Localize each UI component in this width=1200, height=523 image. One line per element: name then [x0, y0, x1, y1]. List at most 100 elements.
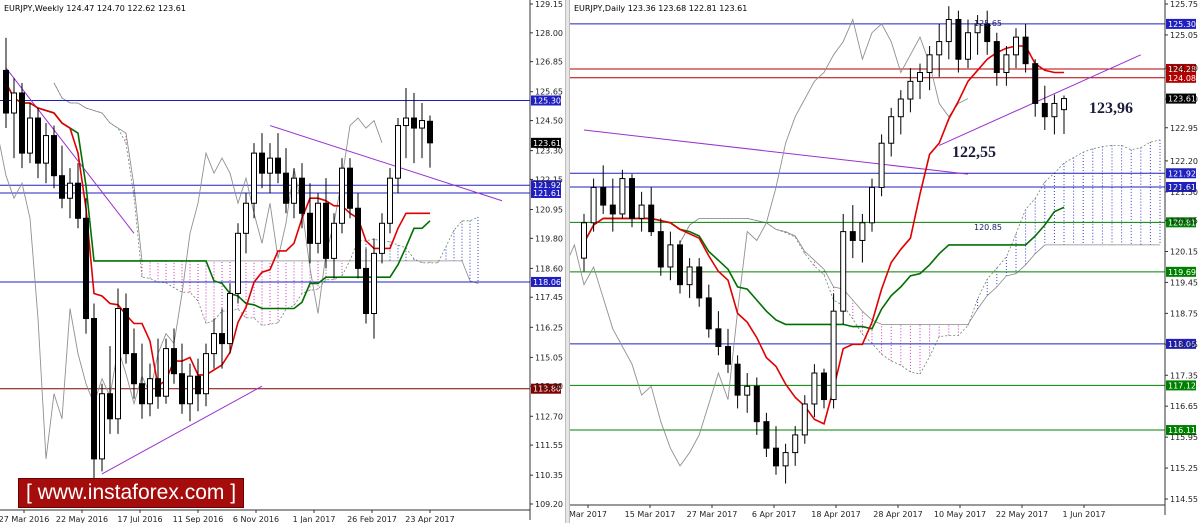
candle-body — [715, 328, 722, 348]
time-tick-label: 18 Apr 2017 — [811, 510, 860, 519]
price-tick-label: 120.15 — [1170, 248, 1198, 257]
candle-body — [339, 167, 345, 224]
candle-body — [590, 186, 597, 224]
price-tick-label: 124.50 — [535, 117, 563, 126]
price-tick-label: 111.55 — [535, 441, 563, 450]
weekly-price-axis: 129.15 128.00 126.85 125.65 124.50 123.30 122.… — [529, 0, 563, 520]
candle-body — [291, 177, 297, 204]
candle-body — [3, 69, 9, 114]
price-tick-label: 113.90 — [535, 382, 563, 391]
time-tick-label: 22 May 2016 — [56, 515, 108, 523]
candle-body — [107, 393, 113, 420]
time-tick-label: 10 May 2017 — [934, 510, 986, 519]
candle-body — [83, 217, 89, 320]
level-price-label: 121.61 — [533, 189, 561, 198]
level-price-label: 121.92 — [1168, 169, 1196, 178]
price-tick-label: 118.60 — [535, 264, 563, 273]
candle-body — [211, 333, 217, 355]
candle-body — [840, 231, 847, 312]
candle-body — [993, 41, 1000, 74]
daily-ichimoku-cloud — [679, 139, 1161, 375]
price-tick-label: 122.15 — [535, 175, 563, 184]
candle-body — [243, 202, 249, 234]
candle-body — [1061, 98, 1067, 111]
candle-body — [275, 157, 281, 174]
time-tick-label: 1 Jan 2017 — [293, 515, 336, 523]
level-price-label: 125.30 — [533, 96, 561, 105]
time-tick-label: 1 Jun 2017 — [1062, 510, 1105, 519]
candle-body — [267, 157, 273, 174]
candle-body — [19, 92, 25, 154]
tenkan-sen — [583, 45, 1064, 426]
candle-body — [619, 178, 626, 215]
candle-body — [686, 266, 693, 286]
time-tick-label: Mar 2017 — [570, 510, 607, 519]
daily-chart-svg[interactable]: 125.30124.28124.08121.92121.61120.81119.… — [570, 0, 1200, 523]
candle-body — [581, 222, 587, 259]
price-tick-label: 116.65 — [1170, 402, 1198, 411]
candle-body — [753, 385, 760, 423]
candle-body — [792, 434, 799, 454]
daily-horizontal-levels: 125.30124.28124.08121.92121.61120.81119.… — [570, 18, 1196, 436]
candle-body — [347, 167, 353, 209]
price-tick-label: 117.45 — [535, 293, 563, 302]
candle-body — [171, 348, 177, 375]
candle-body — [917, 72, 923, 82]
instaforex-watermark[interactable]: [ www.instaforex.com ] — [18, 478, 244, 508]
price-tick-label: 125.05 — [1170, 31, 1198, 40]
candle-body — [811, 372, 818, 405]
candle-body — [849, 231, 856, 241]
level-price-label: 117.12 — [1168, 381, 1196, 390]
candle-body — [155, 378, 161, 397]
candle-body — [203, 353, 209, 395]
candle-body — [379, 222, 385, 254]
candle-body — [283, 172, 289, 204]
time-tick-label: 22 May 2017 — [996, 510, 1048, 519]
candle-body — [75, 182, 81, 219]
trendline — [583, 129, 969, 175]
candle-body — [307, 212, 313, 244]
candle-body — [926, 54, 933, 74]
candle-body — [657, 231, 664, 268]
price-tick-label: 122.95 — [1170, 124, 1198, 133]
candle-body — [331, 222, 337, 259]
price-tick-label: 120.95 — [535, 206, 563, 215]
price-tick-label: 114.55 — [1170, 495, 1198, 504]
price-tick-label: 122.20 — [1170, 157, 1198, 166]
candle-body — [387, 177, 393, 224]
candle-body — [965, 32, 971, 60]
price-tick-label: 125.75 — [1170, 0, 1198, 9]
time-tick-label: 28 Apr 2017 — [873, 510, 922, 519]
candle-body — [801, 403, 808, 436]
price-tick-label: 123.30 — [535, 147, 563, 156]
candle-body — [705, 297, 712, 330]
daily-chart-panel[interactable]: 125.30 124.28 124.08 121.92 121.61 120.81 119.… — [570, 0, 1200, 523]
weekly-chart-svg[interactable]: 125.30121.92121.61118.06113.80 129.15128… — [0, 0, 565, 523]
candle-body — [147, 378, 153, 405]
candle-body — [235, 232, 241, 294]
candle-body — [830, 310, 837, 401]
time-tick-label: 23 Apr 2017 — [405, 515, 454, 523]
price-tick-label: 117.35 — [1170, 371, 1198, 380]
time-tick-label: 27 Mar 2017 — [687, 510, 738, 519]
candle-body — [51, 135, 57, 177]
candle-body — [411, 117, 417, 129]
price-tick-label: 124.30 — [1170, 64, 1198, 73]
weekly-chart-panel[interactable]: 125.30 121.92 121.61 118.06 113.80 129.15 128… — [0, 0, 565, 523]
price-tick-label: 109.20 — [535, 500, 563, 509]
time-tick-label: 17 Jul 2016 — [117, 515, 162, 523]
candle-body — [363, 267, 369, 315]
candle-body — [1013, 36, 1019, 56]
senkou-span-a — [679, 139, 1161, 375]
candle-body — [734, 363, 741, 396]
candle-body — [878, 142, 885, 188]
candle-body — [897, 98, 904, 118]
candle-body — [27, 117, 33, 154]
candle-body — [163, 348, 169, 397]
candle-body — [869, 186, 875, 224]
candle-body — [259, 152, 265, 174]
candle-body — [677, 244, 683, 286]
candle-body — [773, 447, 779, 467]
candle-body — [667, 244, 674, 268]
price-tick-label: 115.95 — [1170, 433, 1198, 442]
